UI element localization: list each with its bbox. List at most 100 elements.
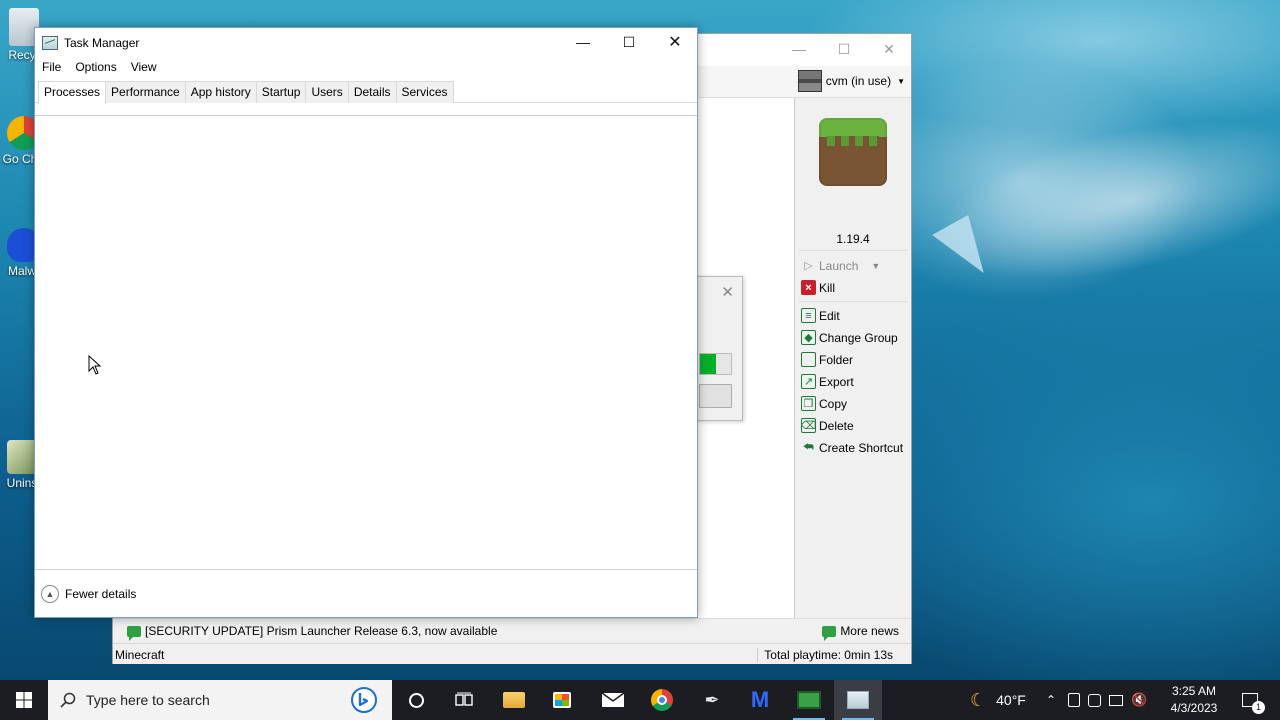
progress-bar-fill bbox=[700, 354, 716, 374]
chevron-down-icon[interactable]: ▼ bbox=[871, 261, 880, 271]
progress-bar bbox=[699, 353, 732, 375]
prism-minimize-button[interactable]: — bbox=[776, 34, 822, 64]
edit-icon: ≡ bbox=[801, 308, 816, 323]
taskbar-search[interactable]: Type here to search bbox=[48, 680, 392, 720]
tab-processes[interactable]: Processes bbox=[38, 81, 107, 104]
menu-options[interactable]: Options bbox=[68, 58, 123, 78]
news-bar: [SECURITY UPDATE] Prism Launcher Release… bbox=[113, 618, 911, 642]
clock-time: 3:25 AM bbox=[1171, 684, 1217, 698]
kill-icon: × bbox=[801, 280, 816, 295]
export-button[interactable]: ↗ Export bbox=[801, 374, 854, 389]
menu-bar: File Options View bbox=[35, 58, 697, 78]
shortcut-arrow-icon: ⮪ bbox=[803, 441, 814, 453]
chrome-icon bbox=[651, 689, 673, 711]
instance-sidebar: 1.19.4 ▷ Launch ▼ × Kill ≡ Edit ◆ Change… bbox=[795, 98, 911, 618]
task-manager-title-bar[interactable]: Task Manager — ☐ ✕ bbox=[35, 28, 697, 58]
task-view-button[interactable] bbox=[440, 680, 488, 720]
prism-close-button[interactable]: ✕ bbox=[866, 34, 912, 64]
desktop: Recy Go Chr Malw Unins — ☐ ✕ cvm (in use… bbox=[0, 0, 1280, 680]
more-news-button[interactable]: More news bbox=[822, 624, 899, 641]
tab-startup[interactable]: Startup bbox=[255, 81, 307, 103]
status-instance: Minecraft bbox=[115, 648, 165, 662]
volume-muted-icon[interactable]: 🔇 bbox=[1131, 692, 1147, 708]
menu-file[interactable]: File bbox=[35, 58, 68, 78]
task-view-icon bbox=[455, 692, 473, 706]
task-manager-window[interactable]: Task Manager — ☐ ✕ File Options View Pro… bbox=[34, 27, 698, 618]
tag-icon: ◆ bbox=[801, 330, 816, 345]
news-icon bbox=[127, 625, 141, 641]
progress-dialog[interactable]: ✕ bbox=[696, 276, 743, 421]
meet-now-icon[interactable] bbox=[1088, 693, 1102, 707]
menu-view[interactable]: View bbox=[124, 58, 164, 78]
folder-button[interactable]: Folder bbox=[801, 352, 853, 367]
moon-icon: ☾ bbox=[970, 689, 987, 710]
mail-button[interactable] bbox=[589, 680, 637, 720]
close-button[interactable]: ✕ bbox=[652, 28, 698, 56]
tab-users[interactable]: Users bbox=[305, 81, 349, 103]
network-icon[interactable] bbox=[1109, 694, 1124, 706]
edit-button[interactable]: ≡ Edit bbox=[801, 308, 840, 323]
delete-button[interactable]: ⌫ Delete bbox=[801, 418, 854, 433]
window-title: Task Manager bbox=[64, 36, 140, 50]
store-button[interactable] bbox=[538, 680, 586, 720]
search-input[interactable]: Type here to search bbox=[86, 692, 210, 708]
trash-icon: ⌫ bbox=[800, 418, 817, 433]
task-manager-app-icon bbox=[42, 36, 58, 50]
chevron-down-icon: ▼ bbox=[897, 76, 905, 86]
notification-center-button[interactable]: 1 bbox=[1238, 680, 1265, 720]
tab-details[interactable]: Details bbox=[347, 81, 397, 103]
chevron-up-icon: ▲ bbox=[41, 585, 59, 603]
system-tray: ⌃ 🔇 bbox=[1046, 680, 1147, 720]
kill-button[interactable]: × Kill bbox=[801, 280, 835, 295]
malwarebytes-taskbar-button[interactable]: M bbox=[736, 680, 784, 720]
clock[interactable]: 3:25 AM 4/3/2023 bbox=[1160, 683, 1228, 717]
file-explorer-button[interactable] bbox=[490, 680, 538, 720]
maximize-button[interactable]: ☐ bbox=[606, 28, 652, 56]
prism-status-bar: Minecraft Total playtime: 0min 13s bbox=[113, 643, 911, 664]
account-selector[interactable]: cvm (in use) ▼ bbox=[797, 70, 905, 92]
chevron-up-icon[interactable]: ⌃ bbox=[1046, 693, 1056, 707]
prism-maximize-button[interactable]: ☐ bbox=[821, 34, 867, 64]
folder-icon bbox=[503, 692, 525, 708]
status-playtime: Total playtime: 0min 13s bbox=[757, 648, 893, 662]
export-icon: ↗ bbox=[801, 374, 816, 389]
quill-icon: ✒ bbox=[704, 689, 720, 710]
task-manager-taskbar-button[interactable] bbox=[834, 680, 882, 720]
tab-strip: Processes Performance App history Startu… bbox=[35, 81, 697, 104]
folder-icon bbox=[801, 352, 816, 367]
bing-icon[interactable] bbox=[350, 686, 378, 714]
malwarebytes-icon: M bbox=[750, 687, 770, 712]
instance-version: 1.19.4 bbox=[836, 232, 870, 246]
task-manager-footer: ▲ Fewer details bbox=[35, 569, 697, 618]
play-icon: ▷ bbox=[804, 260, 813, 272]
tab-performance[interactable]: Performance bbox=[105, 81, 186, 103]
grass-block-icon[interactable] bbox=[819, 118, 887, 186]
launch-button[interactable]: ▷ Launch ▼ bbox=[801, 258, 880, 273]
sidebar-divider bbox=[799, 301, 907, 302]
prism-launcher-taskbar-button[interactable] bbox=[785, 680, 833, 720]
notification-count-badge: 1 bbox=[1252, 701, 1265, 714]
start-button[interactable] bbox=[0, 680, 48, 720]
fewer-details-button[interactable]: ▲ Fewer details bbox=[41, 585, 136, 603]
taskbar: Type here to search ✒ M ☾ 40°F ⌃ 🔇 3:25 … bbox=[0, 680, 1280, 720]
copy-icon: ❐ bbox=[801, 396, 816, 411]
news-item[interactable]: [SECURITY UPDATE] Prism Launcher Release… bbox=[127, 624, 497, 641]
cortana-button[interactable] bbox=[392, 680, 440, 720]
windows-logo-icon bbox=[16, 692, 32, 708]
dialog-close-icon[interactable]: ✕ bbox=[721, 283, 734, 301]
search-icon bbox=[60, 692, 76, 708]
create-shortcut-button[interactable]: ⮪ Create Shortcut bbox=[801, 440, 903, 455]
minimize-button[interactable]: — bbox=[560, 28, 606, 56]
weather-widget[interactable]: ☾ 40°F bbox=[970, 680, 1026, 720]
clock-date: 4/3/2023 bbox=[1170, 701, 1218, 715]
dialog-button[interactable] bbox=[699, 384, 732, 408]
change-group-button[interactable]: ◆ Change Group bbox=[801, 330, 898, 345]
copy-button[interactable]: ❐ Copy bbox=[801, 396, 847, 411]
wallpaper-wave bbox=[919, 89, 1280, 311]
feather-app-button[interactable]: ✒ bbox=[688, 680, 736, 720]
tab-services[interactable]: Services bbox=[395, 81, 454, 103]
chrome-taskbar-button[interactable] bbox=[638, 680, 686, 720]
task-manager-icon bbox=[847, 691, 869, 709]
storage-icon[interactable] bbox=[1068, 693, 1081, 707]
tab-app-history[interactable]: App history bbox=[184, 81, 257, 103]
